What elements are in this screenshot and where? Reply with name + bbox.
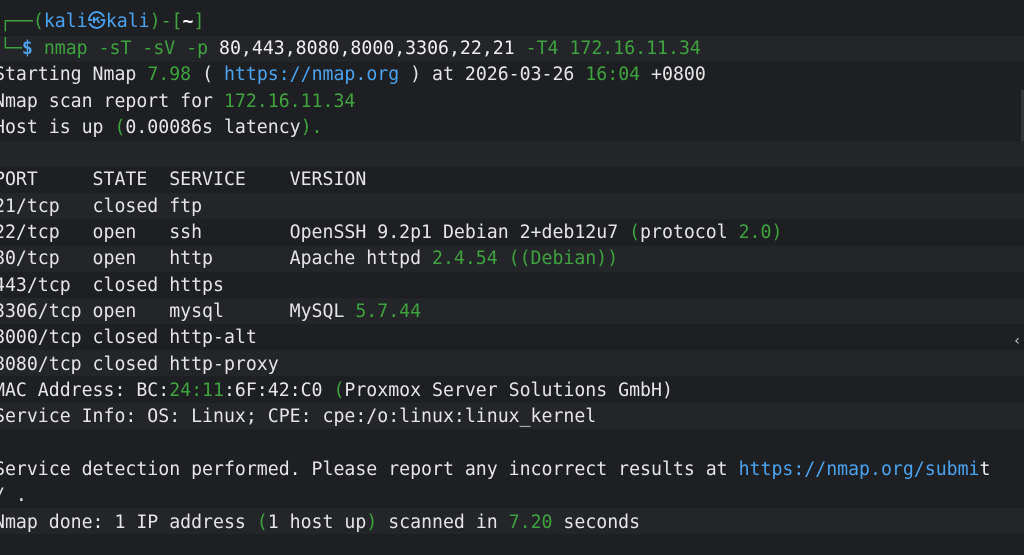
host-up-line: Host is up (0.00086s latency).	[0, 117, 323, 138]
submit-link[interactable]: https://nmap.org/submi	[739, 459, 980, 480]
table-row: 21/tcp closed ftp	[0, 196, 203, 217]
starting-line: Starting Nmap 7.98 ( https://nmap.org ) …	[0, 64, 706, 85]
nmap-link[interactable]: https://nmap.org	[224, 64, 399, 85]
detection-wrap-line: / .	[0, 485, 27, 506]
done-line: Nmap done: 1 IP address (1 host up) scan…	[0, 512, 641, 533]
collapse-chevron-icon[interactable]: ‹	[1010, 326, 1024, 356]
table-row: 8000/tcp closed http-alt	[0, 327, 257, 348]
table-row: 3306/tcp open mysql MySQL 5.7.44	[0, 301, 422, 322]
table-row: 80/tcp open http Apache httpd 2.4.54 ((D…	[0, 248, 619, 269]
table-row: 22/tcp open ssh OpenSSH 9.2p1 Debian 2+d…	[0, 222, 783, 243]
table-row: 8080/tcp closed http-proxy	[0, 354, 279, 375]
service-info-line: Service Info: OS: Linux; CPE: cpe:/o:lin…	[0, 406, 597, 427]
table-row: 443/tcp closed https	[0, 275, 224, 296]
scan-report-line: Nmap scan report for 172.16.11.34	[0, 91, 356, 112]
terminal-window[interactable]: ┌──(kali㉿kali)-[~] └─$ nmap -sT -sV -p 8…	[0, 0, 1024, 555]
command-line: └─$ nmap -sT -sV -p 80,443,8080,8000,330…	[0, 38, 701, 59]
detection-line: Service detection performed. Please repo…	[0, 459, 991, 480]
kali-at-icon: ㉿	[87, 11, 106, 32]
table-header: PORT STATE SERVICE VERSION	[0, 169, 367, 190]
mac-address-line: MAC Address: BC:24:11:6F:42:C0 (Proxmox …	[0, 380, 673, 401]
prompt-line-top: ┌──(kali㉿kali)-[~]	[0, 11, 205, 32]
